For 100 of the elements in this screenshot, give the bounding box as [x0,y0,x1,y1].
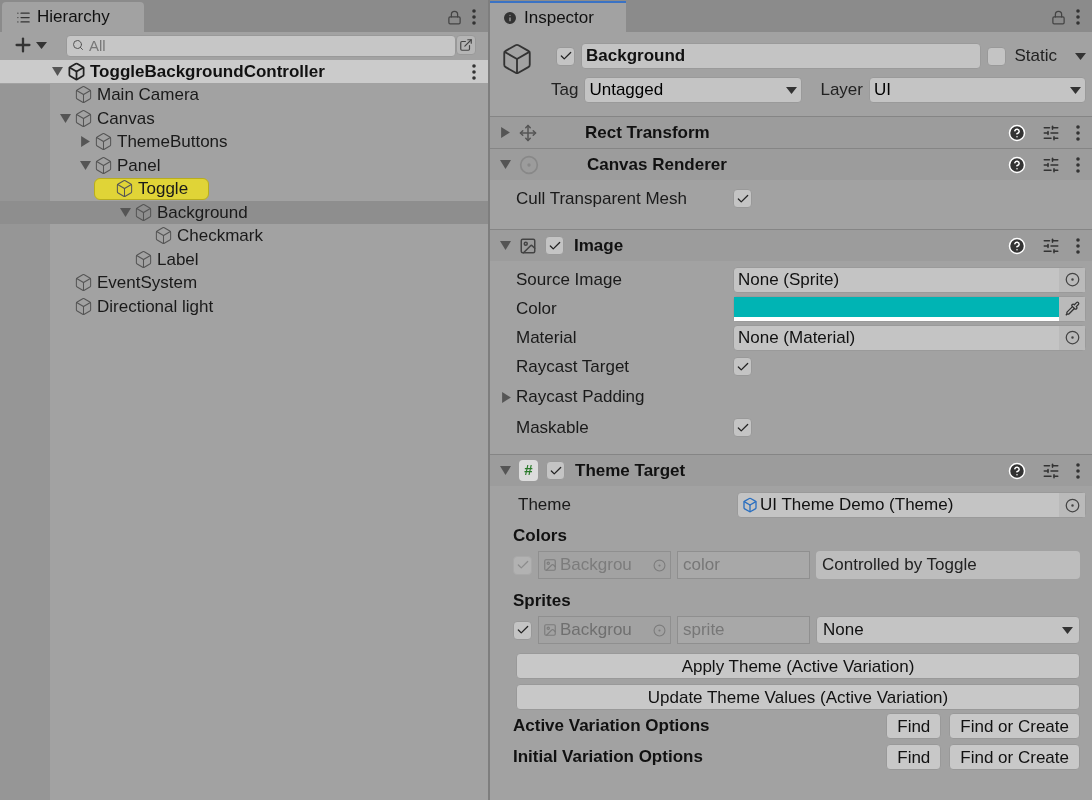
collapse-arrow-icon[interactable] [500,159,511,170]
panel-tab[interactable]: Inspector [490,1,626,32]
component-title: Theme Target [575,459,687,482]
checkbox[interactable] [513,620,532,640]
collapse-arrow-icon[interactable] [500,240,511,251]
check-icon [515,558,530,572]
help-icon [1008,236,1026,255]
collapse-arrow-icon[interactable] [60,112,71,124]
find-button[interactable]: Find or Create [949,743,1080,770]
object-picker-icon [1064,497,1080,513]
tree-item[interactable]: EventSystem [74,271,198,294]
property-label: Color [516,297,557,320]
object-picker-icon [1064,330,1080,345]
search-field[interactable]: All [66,35,456,58]
expand-arrow-icon[interactable] [80,136,91,148]
checkbox[interactable] [733,418,752,437]
checkbox[interactable] [733,189,752,208]
expand-arrow-icon[interactable] [501,391,512,403]
cube-icon [74,85,93,105]
checkbox[interactable] [545,236,564,255]
cube-icon [134,249,153,269]
layer-dropdown[interactable]: UI [868,77,1086,103]
name-field[interactable]: Background [581,43,982,69]
checkbox[interactable] [556,46,575,66]
tag-dropdown[interactable]: Untagged [584,77,803,103]
object-field[interactable]: None (Sprite) [733,266,1086,293]
theme-asset-icon [742,497,758,513]
find-button[interactable]: Find [886,743,942,770]
dropdown-arrow-icon [1075,52,1086,60]
section-title: Sprites [513,590,572,613]
tag-label: Tag [551,79,579,102]
menu-icon[interactable] [472,9,476,25]
tree-item[interactable]: Main Camera [74,83,200,106]
cube-icon [154,226,173,246]
window-icon [456,35,476,55]
help-icon [1008,123,1026,142]
image-icon [543,558,557,572]
color-field[interactable] [733,295,1086,322]
cube-icon [94,132,113,152]
settings-icon [1042,236,1060,255]
tree-item[interactable]: Background [134,201,248,224]
expand-arrow-icon[interactable] [500,127,511,138]
object-field[interactable]: None (Material) [733,324,1086,351]
collapse-arrow-icon[interactable] [500,465,511,476]
eyedropper-icon [1064,301,1080,316]
property-label: Material [516,326,577,349]
property-label: Raycast Target [516,355,630,378]
settings-icon [1042,123,1060,142]
cube-icon [500,42,534,76]
check-icon [515,623,530,637]
help-icon [1008,155,1026,174]
checkbox[interactable] [987,46,1007,66]
menu-icon[interactable] [1076,124,1080,141]
component-header[interactable]: Canvas Renderer [490,148,1092,180]
selected-row-background[interactable]: Background [0,200,488,224]
tree-item[interactable]: Directional light [74,295,214,318]
object-picker-icon [1064,272,1080,287]
menu-icon[interactable] [1076,156,1080,173]
object-picker-icon [653,623,666,637]
component-title: Image [574,234,625,257]
dropdown-arrow-icon [36,41,47,49]
property-label: Cull Transparent Mesh [516,187,688,210]
help-icon [1008,461,1026,480]
checkbox[interactable] [546,461,565,480]
lock-icon [1051,9,1066,25]
action-button[interactable]: Apply Theme (Active Variation) [516,653,1080,679]
tree-item[interactable]: Label [134,248,199,271]
scene-row[interactable]: ToggleBackgroundController [0,60,488,83]
menu-icon[interactable] [1076,237,1080,254]
property-label: Raycast Padding [516,386,645,409]
tree-item[interactable]: Checkmark [154,224,263,247]
dropdown-arrow-icon [786,86,798,94]
component-header[interactable]: Image [490,229,1092,261]
value-field: Controlled by Toggle [816,551,1080,579]
panel-tab[interactable]: Hierarchy [2,2,144,32]
highlighted-item[interactable]: Toggle [94,177,210,200]
menu-icon[interactable] [1076,462,1080,479]
option-label: Active Variation Options [513,714,711,737]
checkbox[interactable] [733,357,752,376]
object-picker-icon [653,558,666,572]
action-button[interactable]: Update Theme Values (Active Variation) [516,684,1080,710]
move-arrows-icon [519,123,537,142]
find-button[interactable]: Find [886,712,942,739]
collapse-arrow-icon[interactable] [52,66,63,77]
tree-item[interactable]: Canvas [74,107,155,130]
collapse-arrow-icon[interactable] [80,159,91,171]
find-button[interactable]: Find or Create [949,712,1080,739]
value-dropdown[interactable]: None [816,616,1080,644]
property-label: Source Image [516,268,622,291]
component-title: Rect Transform [585,121,711,144]
check-icon [558,49,573,63]
component-header[interactable]: # Theme Target [490,454,1092,486]
object-field[interactable]: UI Theme Demo (Theme) [737,492,1086,518]
tree-item[interactable]: Panel [94,154,161,177]
component-header[interactable]: Rect Transform [490,116,1092,148]
menu-icon[interactable] [472,63,476,80]
search-icon [72,39,84,51]
property-label: Theme [517,494,572,517]
menu-icon[interactable] [1076,9,1080,25]
tree-item[interactable]: ThemeButtons [94,130,228,153]
